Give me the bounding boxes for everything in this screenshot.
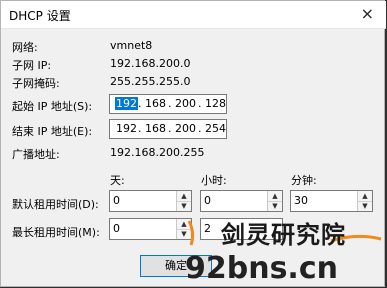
stepper-arrows: ▲ ▼ [267,191,282,211]
broadcast-value: 192.168.200.255 [110,146,205,159]
ip-dot: . [138,97,142,110]
watermark: 剑灵研究院 92bns.cn [181,213,387,288]
start-ip-label: 起始 IP 地址(S): [12,100,93,113]
minutes-header: 分钟: [291,174,317,187]
stepper-arrows: ▲ ▼ [357,191,372,211]
subnet-ip-label: 子网 IP: [12,59,52,72]
default-days-value[interactable]: 0 [113,194,120,207]
end-ip-octet-1[interactable]: 192 [116,122,137,135]
network-value: vmnet8 [110,39,153,52]
close-icon[interactable]: × [361,4,374,23]
subnet-mask-value: 255.255.255.0 [110,75,191,88]
hours-header: 小时: [201,174,227,187]
dhcp-settings-dialog: DHCP 设置 × 网络: vmnet8 子网 IP: 192.168.200.… [0,0,387,288]
start-ip-field[interactable]: 192 . 168 . 200 . 128 [109,94,227,114]
default-hours-stepper[interactable]: 0 ▲ ▼ [200,190,283,212]
end-ip-label: 结束 IP 地址(E): [12,125,93,138]
days-header: 天: [110,174,125,187]
title-bar[interactable]: DHCP 设置 × [1,1,386,29]
window-title: DHCP 设置 [9,9,71,23]
max-days-value[interactable]: 0 [113,222,120,235]
start-ip-octet-1[interactable]: 192 [115,97,138,110]
subnet-mask-label: 子网掩码: [12,77,60,90]
max-lease-label: 最长租用时间(M): [12,226,100,239]
ip-dot: . [198,122,202,135]
start-ip-octet-4[interactable]: 128 [205,97,226,110]
default-hours-value[interactable]: 0 [204,194,211,207]
default-minutes-stepper[interactable]: 30 ▲ ▼ [290,190,373,212]
decrement-icon[interactable]: ▼ [268,201,282,211]
watermark-text-url: 92bns.cn [185,251,338,286]
network-label: 网络: [12,41,38,54]
ip-dot: . [168,97,172,110]
end-ip-octet-3[interactable]: 200 [175,122,196,135]
max-days-stepper[interactable]: 0 ▲ ▼ [109,218,192,240]
decrement-icon[interactable]: ▼ [358,201,372,211]
end-ip-octet-2[interactable]: 168 [145,122,166,135]
decrement-icon[interactable]: ▼ [177,201,191,211]
ip-dot: . [138,122,142,135]
start-ip-octet-2[interactable]: 168 [145,97,166,110]
end-ip-field[interactable]: 192 . 168 . 200 . 254 [109,119,227,139]
stepper-arrows: ▲ ▼ [176,191,191,211]
end-ip-octet-4[interactable]: 254 [205,122,226,135]
ip-dot: . [168,122,172,135]
start-ip-octet-3[interactable]: 200 [175,97,196,110]
default-minutes-value[interactable]: 30 [294,194,308,207]
watermark-text-cn: 剑灵研究院 [221,221,346,249]
default-days-stepper[interactable]: 0 ▲ ▼ [109,190,192,212]
default-lease-label: 默认租用时间(D): [12,198,99,211]
subnet-ip-value: 192.168.200.0 [110,57,191,70]
ip-dot: . [198,97,202,110]
broadcast-label: 广播地址: [12,148,60,161]
